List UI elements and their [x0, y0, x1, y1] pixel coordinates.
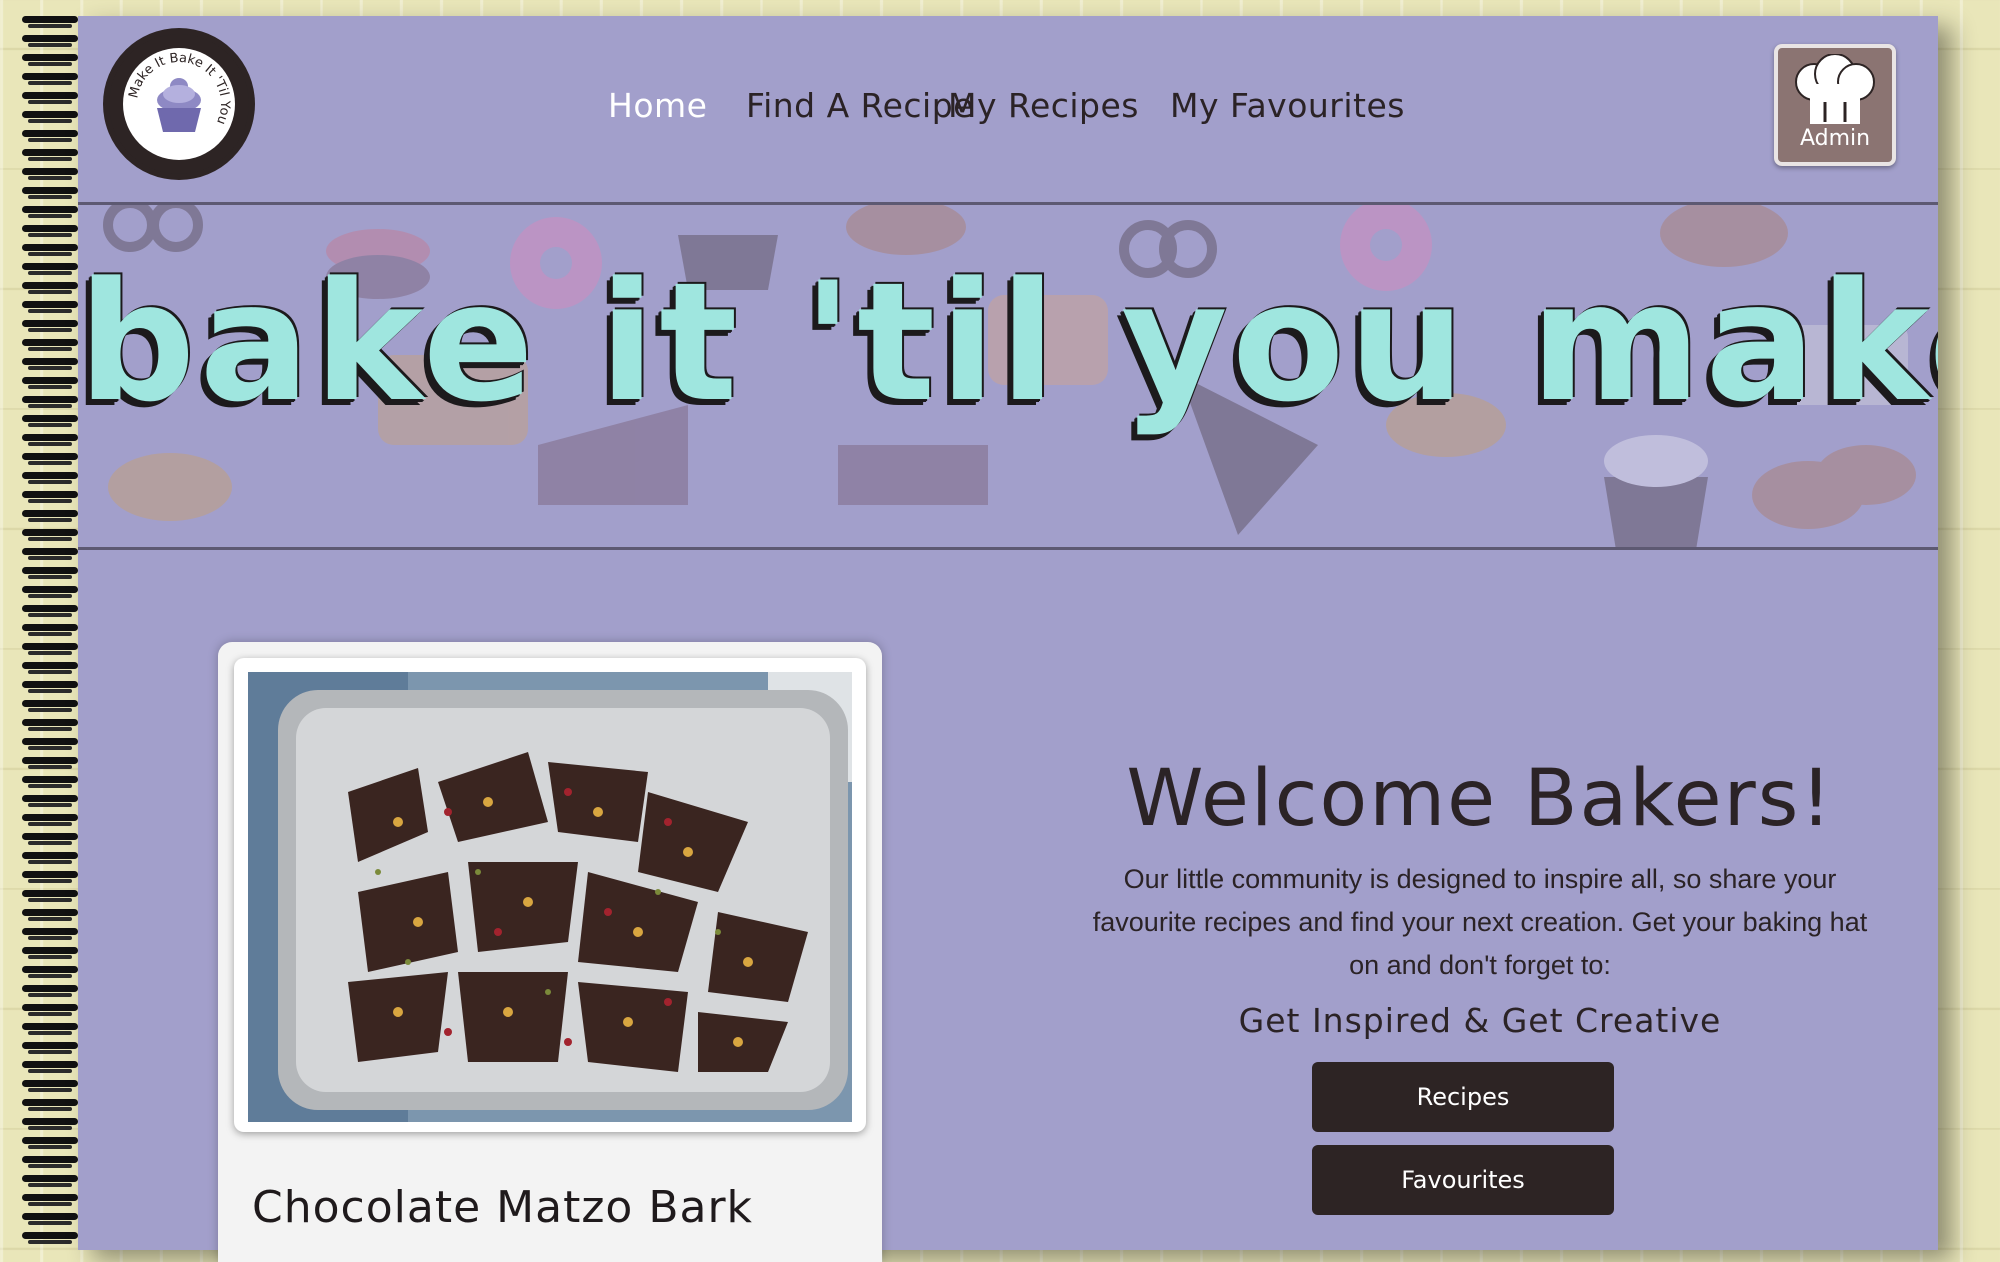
welcome-title: Welcome Bakers! — [1126, 754, 1834, 844]
spiral-coil — [22, 947, 78, 960]
welcome-body: Our little community is designed to insp… — [1092, 864, 1868, 980]
spiral-coil — [22, 643, 78, 656]
nav-my-recipes[interactable]: My Recipes — [948, 86, 1139, 125]
spiral-coil — [22, 1023, 78, 1036]
spiral-coil — [22, 244, 78, 257]
spiral-coil — [22, 510, 78, 523]
spiral-coil — [22, 472, 78, 485]
spiral-coil — [22, 738, 78, 751]
spiral-coil — [22, 1175, 78, 1188]
hero-banner: bake it 'til you make it — [78, 205, 1938, 550]
spiral-coil — [22, 1213, 78, 1226]
spiral-coil — [22, 852, 78, 865]
spiral-coil — [22, 377, 78, 390]
spiral-coil — [22, 1042, 78, 1055]
spiral-coil — [22, 890, 78, 903]
spiral-coil — [22, 92, 78, 105]
nav-home[interactable]: Home — [608, 86, 707, 125]
spiral-coil — [22, 681, 78, 694]
welcome-section: Welcome Bakers! Our little community is … — [1040, 754, 1920, 1040]
spiral-coil — [22, 1232, 78, 1245]
recipe-photo — [248, 672, 852, 1122]
spiral-coil — [22, 187, 78, 200]
spiral-coil — [22, 776, 78, 789]
spiral-coil — [22, 757, 78, 770]
site-header: Make It Bake It 'Til You Home Find A Rec… — [78, 16, 1938, 205]
spiral-coil — [22, 168, 78, 181]
spiral-coil — [22, 871, 78, 884]
chef-hat-icon — [1795, 54, 1875, 124]
spiral-coil — [22, 35, 78, 48]
spiral-coil — [22, 225, 78, 238]
spiral-coil — [22, 263, 78, 276]
spiral-coil — [22, 814, 78, 827]
spiral-coil — [22, 16, 78, 29]
spiral-coil — [22, 719, 78, 732]
spiral-coil — [22, 453, 78, 466]
spiral-coil — [22, 1061, 78, 1074]
admin-button[interactable]: Admin — [1774, 44, 1896, 166]
spiral-coil — [22, 1099, 78, 1112]
spiral-coil — [22, 415, 78, 428]
spiral-coil — [22, 320, 78, 333]
spiral-coil — [22, 301, 78, 314]
cupcake-icon — [157, 78, 201, 132]
recipe-title[interactable]: Chocolate Matzo Bark — [252, 1182, 753, 1233]
spiral-coil — [22, 111, 78, 124]
spiral-coil — [22, 567, 78, 580]
recipes-button[interactable]: Recipes — [1312, 1062, 1614, 1132]
spiral-coil — [22, 795, 78, 808]
spiral-coil — [22, 586, 78, 599]
spiral-coil — [22, 54, 78, 67]
spiral-coil — [22, 339, 78, 352]
spiral-coil — [22, 928, 78, 941]
spiral-coil — [22, 130, 78, 143]
spiral-coil — [22, 1080, 78, 1093]
spiral-coil — [22, 985, 78, 998]
spiral-coil — [22, 149, 78, 162]
spiral-coil — [22, 282, 78, 295]
recipe-photo-frame — [234, 658, 866, 1132]
notebook-page: Make It Bake It 'Til You Home Find A Rec… — [78, 16, 1938, 1262]
spiral-coil — [22, 966, 78, 979]
spiral-coil — [22, 358, 78, 371]
featured-recipe-card[interactable]: Chocolate Matzo Bark — [218, 642, 882, 1262]
spiral-coil — [22, 909, 78, 922]
spiral-coil — [22, 529, 78, 542]
spiral-coil — [22, 491, 78, 504]
spiral-coil — [22, 700, 78, 713]
banner-title: bake it 'til you make it — [78, 247, 1938, 438]
spiral-coil — [22, 624, 78, 637]
spiral-coil — [22, 605, 78, 618]
nav-my-favourites[interactable]: My Favourites — [1170, 86, 1405, 125]
admin-label: Admin — [1799, 126, 1871, 151]
spiral-coil — [22, 1156, 78, 1169]
spiral-coil — [22, 1137, 78, 1150]
spiral-coil — [22, 833, 78, 846]
spiral-coil — [22, 206, 78, 219]
nav-find-a-recipe[interactable]: Find A Recipe — [746, 86, 974, 125]
spiral-coil — [22, 434, 78, 447]
spiral-coil — [22, 1118, 78, 1131]
spiral-coil — [22, 662, 78, 675]
spiral-coil — [22, 73, 78, 86]
site-logo[interactable]: Make It Bake It 'Til You — [109, 34, 249, 174]
spiral-binding — [22, 16, 80, 1250]
logo-badge: Make It Bake It 'Til You — [123, 48, 235, 160]
spiral-coil — [22, 1004, 78, 1017]
favourites-button[interactable]: Favourites — [1312, 1145, 1614, 1215]
spiral-coil — [22, 396, 78, 409]
welcome-tagline: Get Inspired & Get Creative — [1238, 1001, 1722, 1040]
spiral-coil — [22, 1194, 78, 1207]
spiral-coil — [22, 548, 78, 561]
